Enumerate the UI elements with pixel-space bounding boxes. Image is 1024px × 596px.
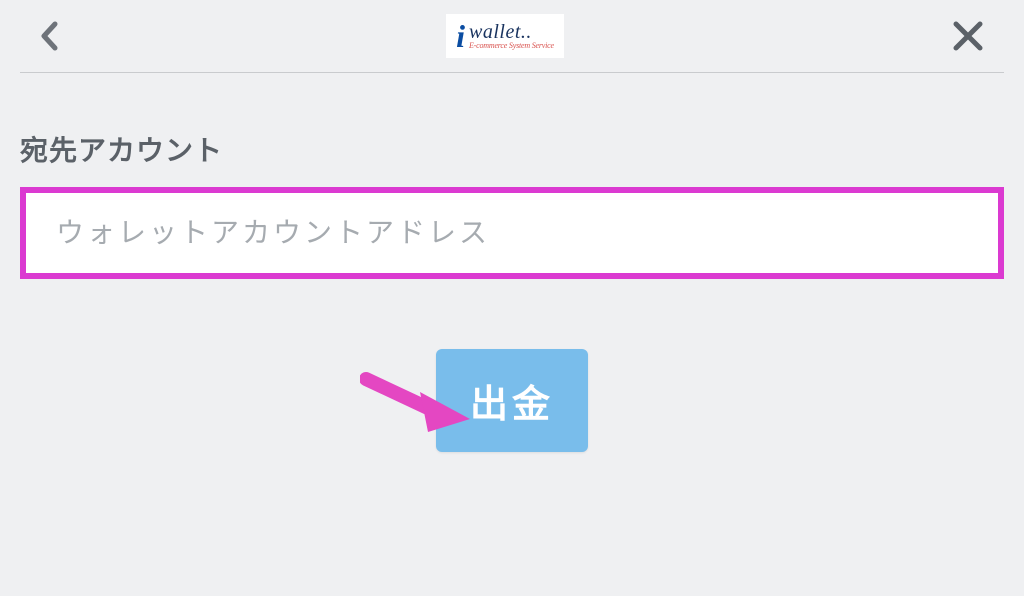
wallet-address-input[interactable]: [26, 193, 998, 273]
header-bar: i wallet.. E-commerce System Service: [0, 0, 1024, 72]
close-icon: [952, 20, 984, 52]
logo-i-mark: i: [456, 20, 465, 52]
wallet-input-highlight: [20, 187, 1004, 279]
iwallet-logo: i wallet.. E-commerce System Service: [446, 14, 564, 58]
content-area: 宛先アカウント 出金: [0, 73, 1024, 452]
destination-account-label: 宛先アカウント: [20, 129, 1004, 169]
back-button[interactable]: [40, 21, 58, 51]
chevron-left-icon: [40, 21, 58, 51]
action-area: 出金: [20, 349, 1004, 452]
logo-wordmark: wallet..: [469, 22, 532, 42]
close-button[interactable]: [952, 20, 984, 52]
logo-tagline: E-commerce System Service: [469, 42, 554, 50]
withdraw-button[interactable]: 出金: [436, 349, 588, 452]
